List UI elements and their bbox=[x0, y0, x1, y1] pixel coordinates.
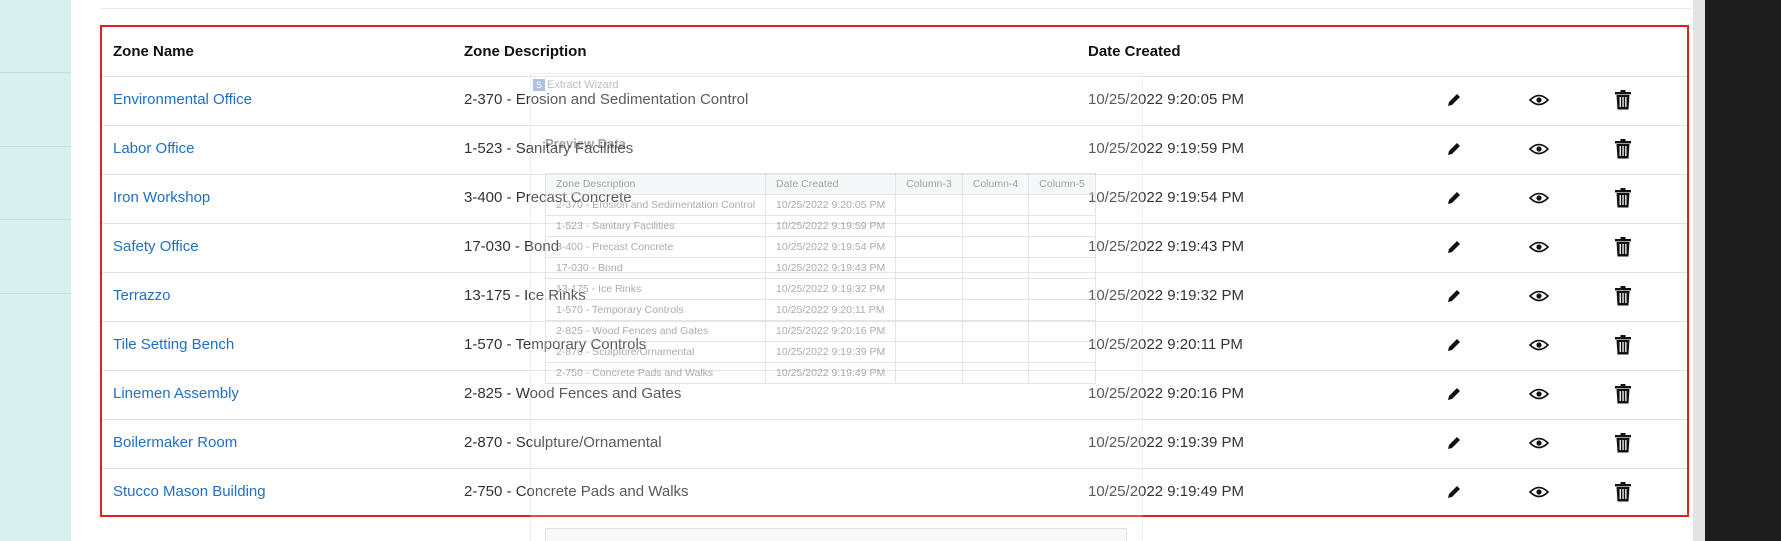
date-created: 10/25/2022 9:19:54 PM bbox=[1088, 189, 1244, 206]
scrollbar-track[interactable] bbox=[1693, 0, 1705, 541]
zone-name-link[interactable]: Terrazzo bbox=[113, 287, 171, 304]
view-eye-icon[interactable] bbox=[1528, 89, 1550, 111]
date-created: 10/25/2022 9:20:11 PM bbox=[1088, 336, 1243, 353]
table-row: Terrazzo 13-175 - Ice Rinks 10/25/2022 9:1… bbox=[102, 272, 1687, 322]
table-row: Stucco Mason Building 2-750 - Concrete Pa… bbox=[102, 468, 1687, 517]
table-row: Labor Office 1-523 - Sanitary Facilities 1… bbox=[102, 125, 1687, 175]
date-created: 10/25/2022 9:19:59 PM bbox=[1088, 140, 1244, 157]
edit-pencil-icon[interactable] bbox=[1443, 187, 1465, 209]
delete-trash-icon[interactable] bbox=[1612, 236, 1634, 258]
zone-name-link[interactable]: Iron Workshop bbox=[113, 189, 210, 206]
date-created: 10/25/2022 9:20:16 PM bbox=[1088, 385, 1244, 402]
view-eye-icon[interactable] bbox=[1528, 481, 1550, 503]
table-header: Zone Name Zone Description Date Created bbox=[102, 27, 1687, 77]
view-eye-icon[interactable] bbox=[1528, 334, 1550, 356]
zone-description: 2-870 - Sculpture/Ornamental bbox=[464, 434, 662, 451]
sidebar-divider bbox=[0, 219, 71, 220]
zone-description: 1-523 - Sanitary Facilities bbox=[464, 140, 634, 157]
edit-pencil-icon[interactable] bbox=[1443, 334, 1465, 356]
sidebar-divider bbox=[0, 72, 71, 73]
column-header-zone-description[interactable]: Zone Description bbox=[464, 43, 587, 60]
zone-description: 13-175 - Ice Rinks bbox=[464, 287, 586, 304]
zone-description: 2-370 - Erosion and Sedimentation Contro… bbox=[464, 91, 749, 108]
date-created: 10/25/2022 9:20:05 PM bbox=[1088, 91, 1244, 108]
edit-pencil-icon[interactable] bbox=[1443, 481, 1465, 503]
view-eye-icon[interactable] bbox=[1528, 383, 1550, 405]
table-row: Boilermaker Room 2-870 - Sculpture/Orname… bbox=[102, 419, 1687, 469]
page: Zone Name Zone Description Date Created … bbox=[0, 0, 1781, 541]
sidebar-divider bbox=[0, 293, 71, 294]
zone-name-link[interactable]: Safety Office bbox=[113, 238, 199, 255]
date-created: 10/25/2022 9:19:43 PM bbox=[1088, 238, 1244, 255]
zone-name-link[interactable]: Linemen Assembly bbox=[113, 385, 239, 402]
zone-name-link[interactable]: Stucco Mason Building bbox=[113, 483, 266, 500]
zone-name-link[interactable]: Environmental Office bbox=[113, 91, 252, 108]
table-row: Environmental Office 2-370 - Erosion and … bbox=[102, 76, 1687, 126]
zone-name-link[interactable]: Labor Office bbox=[113, 140, 194, 157]
edit-pencil-icon[interactable] bbox=[1443, 138, 1465, 160]
column-header-date-created[interactable]: Date Created bbox=[1088, 43, 1181, 60]
edit-pencil-icon[interactable] bbox=[1443, 285, 1465, 307]
delete-trash-icon[interactable] bbox=[1612, 432, 1634, 454]
column-header-zone-name[interactable]: Zone Name bbox=[113, 43, 194, 60]
view-eye-icon[interactable] bbox=[1528, 285, 1550, 307]
table-row: Safety Office 17-030 - Bond 10/25/2022 9:1… bbox=[102, 223, 1687, 273]
date-created: 10/25/2022 9:19:32 PM bbox=[1088, 287, 1244, 304]
delete-trash-icon[interactable] bbox=[1612, 481, 1634, 503]
view-eye-icon[interactable] bbox=[1528, 236, 1550, 258]
table-row: Tile Setting Bench 1-570 - Temporary Cont… bbox=[102, 321, 1687, 371]
view-eye-icon[interactable] bbox=[1528, 187, 1550, 209]
zone-description: 1-570 - Temporary Controls bbox=[464, 336, 647, 353]
view-eye-icon[interactable] bbox=[1528, 432, 1550, 454]
zone-description: 17-030 - Bond bbox=[464, 238, 560, 255]
edit-pencil-icon[interactable] bbox=[1443, 236, 1465, 258]
left-sidebar bbox=[0, 0, 71, 541]
zones-table: Zone Name Zone Description Date Created … bbox=[100, 25, 1689, 517]
zone-description: 3-400 - Precast Concrete bbox=[464, 189, 632, 206]
table-row: Iron Workshop 3-400 - Precast Concrete 10/… bbox=[102, 174, 1687, 224]
zone-description: 2-750 - Concrete Pads and Walks bbox=[464, 483, 689, 500]
date-created: 10/25/2022 9:19:49 PM bbox=[1088, 483, 1244, 500]
view-eye-icon[interactable] bbox=[1528, 138, 1550, 160]
delete-trash-icon[interactable] bbox=[1612, 285, 1634, 307]
sidebar-divider bbox=[0, 146, 71, 147]
zone-name-link[interactable]: Boilermaker Room bbox=[113, 434, 237, 451]
edit-pencil-icon[interactable] bbox=[1443, 89, 1465, 111]
delete-trash-icon[interactable] bbox=[1612, 383, 1634, 405]
delete-trash-icon[interactable] bbox=[1612, 89, 1634, 111]
horizontal-scrollbar[interactable] bbox=[545, 528, 1127, 541]
zone-description: 2-825 - Wood Fences and Gates bbox=[464, 385, 682, 402]
table-row: Linemen Assembly 2-825 - Wood Fences and … bbox=[102, 370, 1687, 420]
edit-pencil-icon[interactable] bbox=[1443, 383, 1465, 405]
zone-name-link[interactable]: Tile Setting Bench bbox=[113, 336, 234, 353]
delete-trash-icon[interactable] bbox=[1612, 187, 1634, 209]
delete-trash-icon[interactable] bbox=[1612, 138, 1634, 160]
date-created: 10/25/2022 9:19:39 PM bbox=[1088, 434, 1244, 451]
edit-pencil-icon[interactable] bbox=[1443, 432, 1465, 454]
delete-trash-icon[interactable] bbox=[1612, 334, 1634, 356]
top-divider bbox=[101, 8, 1691, 9]
window-edge bbox=[1705, 0, 1781, 541]
